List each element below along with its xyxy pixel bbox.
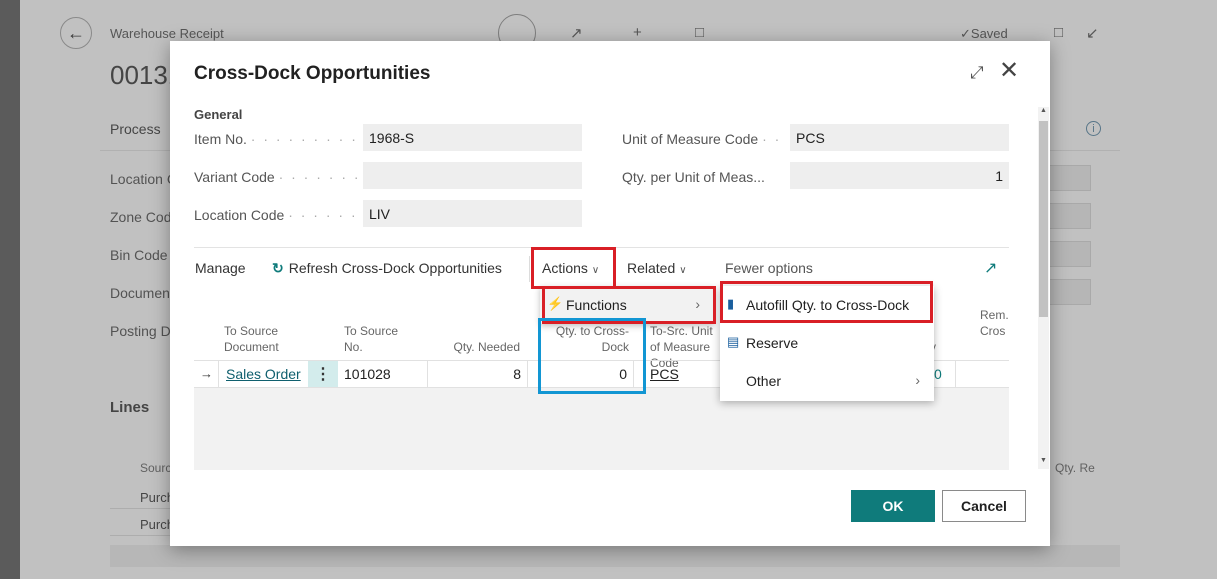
functions-label: Functions — [566, 297, 627, 313]
location-code-field[interactable]: LIV — [363, 200, 582, 227]
manage-tab[interactable]: Manage — [195, 260, 246, 276]
lightning-icon: ⚡ — [547, 296, 564, 311]
scroll-up-icon[interactable]: ▲ — [1040, 107, 1047, 114]
menu-item-reserve[interactable]: ▤ Reserve — [720, 324, 934, 362]
chevron-down-icon: ∨ — [591, 265, 600, 276]
general-heading: General — [194, 107, 243, 122]
refresh-icon: ↻ — [272, 260, 284, 276]
sales-order-link[interactable]: Sales Order — [226, 366, 301, 382]
uom-code-label: Unit of Measure Code · · · · — [622, 131, 787, 147]
chevron-right-icon: › — [695, 296, 700, 312]
share-icon[interactable]: ↗ — [984, 258, 997, 278]
item-no-label: Item No. · · · · · · · · · · · · — [194, 131, 359, 147]
variant-code-field[interactable] — [363, 162, 582, 189]
refresh-button[interactable]: ↻ Refresh Cross-Dock Opportunities — [272, 260, 502, 277]
fewer-options-link[interactable]: Fewer options — [725, 260, 813, 276]
col-to-source-no[interactable]: To Source No. — [344, 323, 414, 355]
autofill-icon: ▮ — [727, 296, 735, 311]
cell-qty-tail[interactable]: 0 — [934, 361, 956, 387]
dialog-title: Cross-Dock Opportunities — [194, 63, 431, 84]
col-qty-to-cross-dock[interactable]: Qty. to Cross-Dock — [544, 323, 629, 355]
cancel-button[interactable]: Cancel — [942, 490, 1026, 522]
menu-item-autofill[interactable]: ▮ Autofill Qty. to Cross-Dock — [720, 286, 934, 324]
cell-to-src-uom[interactable]: PCS — [650, 361, 710, 387]
scroll-thumb[interactable] — [1039, 121, 1048, 317]
actions-label: Actions — [542, 260, 588, 276]
cell-qty-to-cross-dock[interactable]: 0 — [542, 361, 634, 387]
qty-per-uom-field[interactable]: 1 — [790, 162, 1009, 189]
qty-per-uom-label: Qty. per Unit of Meas... — [622, 169, 765, 185]
refresh-label: Refresh Cross-Dock Opportunities — [288, 260, 502, 276]
cell-qty-needed[interactable]: 8 — [428, 361, 528, 387]
functions-submenu: ▮ Autofill Qty. to Cross-Dock ▤ Reserve … — [720, 286, 934, 401]
related-label: Related — [627, 260, 676, 276]
autofill-label: Autofill Qty. to Cross-Dock — [746, 297, 910, 313]
menu-item-functions[interactable]: ⚡ Functions › — [540, 286, 714, 324]
chevron-down-icon: ∨ — [679, 265, 687, 276]
item-no-field[interactable]: 1968-S — [363, 124, 582, 151]
close-icon[interactable]: ✕ — [999, 59, 1019, 83]
col-rem-cross[interactable]: Rem. Cros — [980, 307, 1010, 339]
uom-code-field[interactable]: PCS — [790, 124, 1009, 151]
location-code-label: Location Code · · · · · · · · · — [194, 207, 359, 223]
row-menu-icon[interactable]: ⋮ — [308, 361, 338, 387]
chevron-right-icon: › — [915, 372, 920, 388]
reserve-label: Reserve — [746, 335, 799, 351]
reserve-icon: ▤ — [727, 334, 740, 349]
action-bar: Manage ↻ Refresh Cross-Dock Opportunities… — [194, 247, 1009, 287]
separator — [529, 256, 530, 282]
menu-item-other[interactable]: Other › — [720, 362, 934, 400]
col-to-source-document[interactable]: To Source Document — [224, 323, 314, 355]
scroll-down-icon[interactable]: ▼ — [1040, 457, 1047, 464]
row-indicator-icon: → — [200, 366, 213, 381]
expand-icon[interactable]: ⤢ — [970, 63, 984, 83]
ok-button[interactable]: OK — [851, 490, 935, 522]
scrollbar[interactable]: ▲ ▼ — [1038, 107, 1049, 469]
actions-menu[interactable]: Actions ∨ — [542, 260, 599, 276]
other-label: Other — [746, 373, 782, 389]
actions-dropdown: ⚡ Functions › — [540, 286, 714, 324]
cell-to-source-no[interactable]: 101028 — [338, 361, 428, 387]
related-menu[interactable]: Related ∨ — [627, 260, 687, 276]
col-qty-needed[interactable]: Qty. Needed — [424, 339, 520, 355]
variant-code-label: Variant Code · · · · · · · · · · — [194, 169, 359, 185]
